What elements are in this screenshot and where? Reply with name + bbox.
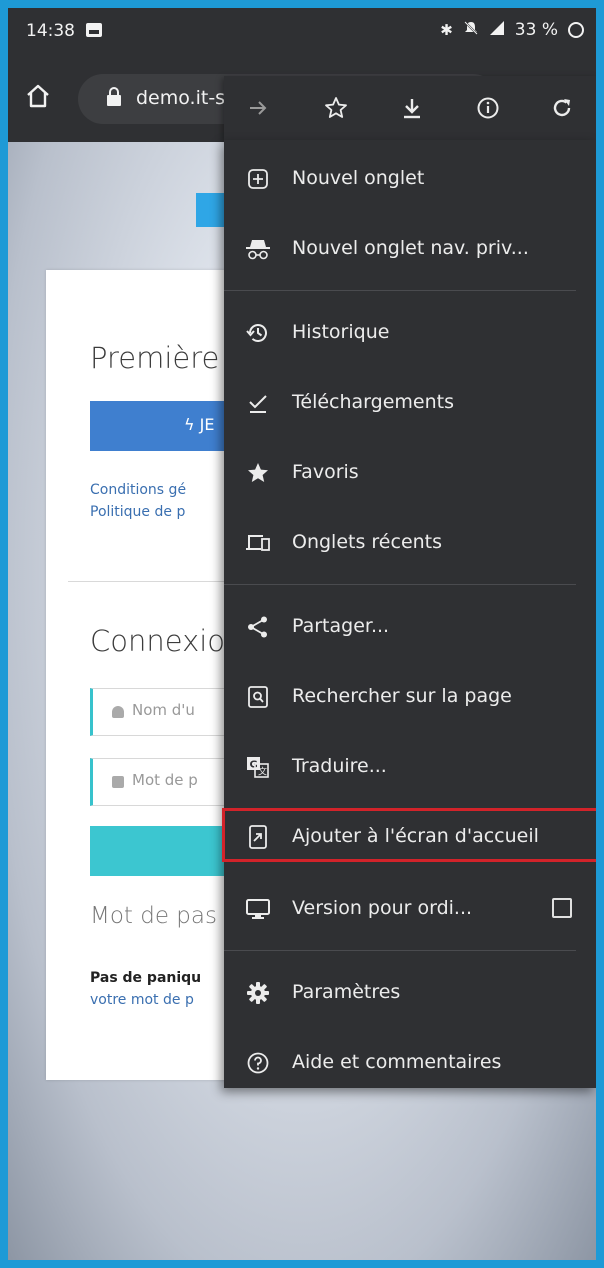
desktop-icon	[244, 895, 272, 923]
reset-password-link[interactable]: votre mot de p	[90, 992, 194, 1008]
menu-divider	[224, 584, 576, 585]
join-button-label: ϟ JE	[184, 415, 215, 434]
gear-icon	[244, 979, 272, 1007]
menu-label: Historique	[292, 321, 390, 343]
reload-icon[interactable]	[542, 88, 582, 128]
menu-label: Rechercher sur la page	[292, 685, 512, 707]
lock-icon	[106, 87, 128, 113]
menu-item-add-to-home[interactable]: Ajouter à l'écran d'accueil	[224, 806, 596, 868]
username-placeholder: Nom d'u	[132, 701, 195, 719]
menu-label: Traduire...	[292, 755, 387, 777]
forward-icon[interactable]	[238, 88, 278, 128]
url-text: demo.it-s	[136, 87, 226, 109]
bookmark-star-icon[interactable]	[316, 88, 356, 128]
phone-screen: Première ϟ JE Conditions gé Politique de…	[8, 8, 596, 1260]
lock-small-icon	[112, 776, 124, 788]
share-icon	[244, 613, 272, 641]
translate-icon: G文	[244, 753, 272, 781]
menu-item-downloads[interactable]: Téléchargements	[224, 372, 596, 434]
menu-label: Téléchargements	[292, 391, 454, 413]
menu-divider	[224, 950, 576, 951]
desktop-site-checkbox[interactable]	[552, 898, 572, 918]
menu-action-row	[224, 76, 596, 140]
overflow-menu: Nouvel onglet Nouvel onglet nav. priv...…	[224, 140, 596, 1088]
heading-first-visit: Première	[90, 341, 220, 375]
history-icon	[244, 319, 272, 347]
menu-label: Partager...	[292, 615, 390, 637]
terms-link[interactable]: Conditions gé	[90, 482, 186, 498]
menu-label: Favoris	[292, 461, 359, 483]
menu-label: Onglets récents	[292, 531, 443, 553]
menu-item-share[interactable]: Partager...	[224, 596, 596, 658]
svg-text:文: 文	[258, 766, 267, 778]
heading-login: Connexio	[90, 624, 226, 658]
menu-label: Nouvel onglet nav. priv...	[292, 237, 529, 259]
downloads-icon	[244, 389, 272, 417]
policy-link[interactable]: Politique de p	[90, 504, 185, 520]
info-icon[interactable]	[468, 88, 508, 128]
help-icon	[244, 1049, 272, 1077]
menu-item-bookmarks[interactable]: Favoris	[224, 442, 596, 504]
menu-item-settings[interactable]: Paramètres	[224, 962, 596, 1024]
menu-item-incognito[interactable]: Nouvel onglet nav. priv...	[224, 218, 596, 280]
menu-item-history[interactable]: Historique	[224, 302, 596, 364]
menu-item-translate[interactable]: G文 Traduire...	[224, 736, 596, 798]
svg-text:G: G	[250, 760, 258, 771]
mute-icon	[463, 20, 479, 40]
plus-box-icon	[244, 165, 272, 193]
status-time: 14:38	[26, 21, 75, 41]
incognito-icon	[244, 235, 272, 263]
menu-item-find-in-page[interactable]: Rechercher sur la page	[224, 666, 596, 728]
password-placeholder: Mot de p	[132, 771, 198, 789]
menu-label: Version pour ordi...	[292, 897, 473, 919]
add-to-home-icon	[244, 823, 272, 851]
menu-label: Ajouter à l'écran d'accueil	[292, 825, 539, 847]
menu-label: Paramètres	[292, 981, 401, 1003]
menu-label: Nouvel onglet	[292, 167, 425, 189]
menu-label: Aide et commentaires	[292, 1051, 502, 1073]
site-logo	[196, 193, 226, 227]
status-icons: ✱ 33 %	[440, 20, 584, 40]
menu-item-new-tab[interactable]: Nouvel onglet	[224, 148, 596, 210]
bluetooth-icon: ✱	[440, 21, 453, 39]
menu-item-desktop-site[interactable]: Version pour ordi...	[224, 878, 596, 940]
menu-item-help[interactable]: Aide et commentaires	[224, 1032, 596, 1094]
user-icon	[112, 706, 124, 718]
devices-icon	[244, 529, 272, 557]
image-icon	[86, 23, 102, 37]
home-icon[interactable]	[24, 82, 58, 116]
status-bar: 14:38 ✱ 33 %	[8, 8, 596, 54]
find-in-page-icon	[244, 683, 272, 711]
battery-text: 33 %	[514, 20, 558, 40]
battery-icon	[568, 22, 584, 38]
forgot-password-heading: Mot de pas	[90, 903, 217, 929]
download-icon[interactable]	[392, 88, 432, 128]
menu-item-recent-tabs[interactable]: Onglets récents	[224, 512, 596, 574]
star-icon	[244, 459, 272, 487]
forgot-password-text: Pas de paniqu	[90, 970, 202, 986]
menu-divider	[224, 290, 576, 291]
signal-icon	[489, 20, 505, 40]
